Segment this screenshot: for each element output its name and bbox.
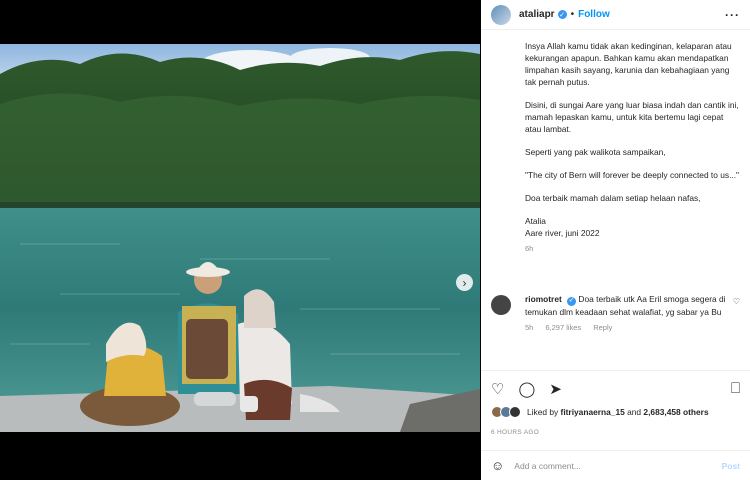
author-username[interactable]: ataliapr [519,9,555,20]
share-send-icon[interactable]: ➤ [549,380,562,398]
post-actions-bar: ♡ ◯ ➤ ⎕ [481,370,750,406]
caption-signature: Atalia Aare river, juni 2022 [525,215,740,239]
signature-name: Atalia [525,216,546,226]
post-timestamp: 6 HOURS AGO [491,429,540,436]
author-avatar[interactable] [491,4,511,25]
likes-summary: Liked by fitriyanaerna_15 and 2,683,458 … [491,406,740,418]
caption-paragraph: Seperti yang pak walikota sampaikan, [525,147,666,157]
follow-button[interactable]: Follow [578,9,610,20]
caption-paragraph: Insya Allah kamu tidak akan kedinginan, … [525,41,732,87]
likes-count[interactable]: 2,683,458 others [643,407,708,417]
comment-time: 5h [525,322,534,332]
like-comment-heart-icon[interactable]: ♡ [733,297,740,306]
comment-likes[interactable]: 6,297 likes [545,322,581,334]
caption-time: 6h [525,244,534,253]
next-photo-button[interactable]: › [456,274,473,291]
comment-item: riomotret ✓ Doa terbaik utk Aa Eril smog… [491,293,740,334]
caption-paragraph: Doa terbaik mamah dalam setiap helaan na… [525,193,701,203]
comment-body: riomotret ✓ Doa terbaik utk Aa Eril smog… [525,293,735,334]
caption-paragraph: Disini, di sungai Aare yang luar biasa i… [525,100,739,134]
add-comment-bar: ☺ Post [481,450,750,480]
liker-username[interactable]: fitriyanaerna_15 [561,407,625,417]
lake-scene-image [0,44,480,432]
likes-prefix: Liked by [527,407,559,417]
commenter-avatar[interactable] [491,295,511,315]
post-comment-button[interactable]: Post [722,461,740,471]
reply-button[interactable]: Reply [593,322,612,334]
liker-avatars [491,406,521,418]
caption-paragraph: "The city of Bern will forever be deeply… [525,170,740,180]
save-bookmark-icon[interactable]: ⎕ [731,380,740,397]
verified-badge-icon: ✓ [567,296,577,306]
verified-badge-icon: ✓ [557,10,567,19]
instagram-post-view: › ataliapr ✓ • Follow ··· Insya Allah ka… [0,0,750,480]
signature-place: Aare river, juni 2022 [525,228,600,238]
like-heart-icon[interactable]: ♡ [491,380,504,398]
separator-dot: • [570,9,575,20]
liker-avatar [509,406,521,418]
comment-input[interactable] [514,460,722,471]
comment-meta: 5h 6,297 likes Reply [525,322,735,334]
post-side-panel: ataliapr ✓ • Follow ··· Insya Allah kamu… [481,0,750,480]
likes-conj: and [627,407,642,417]
emoji-icon[interactable]: ☺ [491,458,504,473]
comment-bubble-icon[interactable]: ◯ [518,380,535,398]
commenter-username[interactable]: riomotret [525,294,562,304]
post-photo[interactable]: › [0,44,480,432]
post-header: ataliapr ✓ • Follow ··· [481,0,750,30]
post-caption: Insya Allah kamu tidak akan kedinginan, … [525,40,740,253]
more-options-icon[interactable]: ··· [725,8,740,22]
